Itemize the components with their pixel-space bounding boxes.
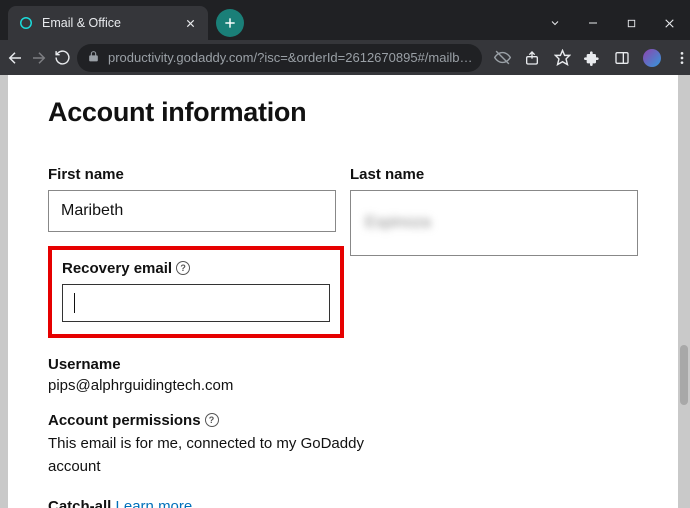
window-title-bar: Email & Office (0, 0, 690, 40)
share-icon[interactable] (518, 44, 546, 72)
page-title: Account information (48, 97, 638, 128)
tab-favicon-icon (18, 15, 34, 31)
scrollbar-thumb[interactable] (680, 345, 688, 405)
last-name-blurred-value: Espinoza (363, 214, 431, 232)
first-name-label: First name (48, 166, 336, 183)
first-name-input[interactable] (48, 190, 336, 232)
last-name-label: Last name (350, 166, 638, 183)
tabs-area: Email & Office (0, 6, 244, 40)
catchall-learn-more-link[interactable]: Learn more (116, 498, 193, 508)
profile-avatar[interactable] (638, 44, 666, 72)
tab-title: Email & Office (42, 16, 174, 30)
extensions-icon[interactable] (578, 44, 606, 72)
window-controls (538, 6, 690, 40)
username-section: Username pips@alphrguidingtech.com (48, 356, 638, 394)
menu-icon[interactable] (668, 44, 690, 72)
lock-icon (87, 50, 100, 66)
toolbar-right (488, 44, 690, 72)
new-tab-button[interactable] (216, 9, 244, 37)
catchall-label: Catch-all (48, 498, 111, 508)
permissions-label-text: Account permissions (48, 412, 201, 429)
recovery-email-highlight: Recovery email ? (48, 246, 344, 338)
forward-button[interactable] (30, 44, 48, 72)
page-content: Account information First name Last name… (8, 75, 678, 508)
help-icon[interactable]: ? (205, 413, 219, 427)
star-icon[interactable] (548, 44, 576, 72)
text-caret (74, 293, 75, 313)
gutter-right (678, 75, 690, 508)
recovery-email-label: Recovery email ? (62, 260, 330, 277)
url-text: productivity.godaddy.com/?isc=&orderId=2… (108, 50, 472, 65)
eye-off-icon[interactable] (488, 44, 516, 72)
back-button[interactable] (6, 44, 24, 72)
minimize-icon[interactable] (576, 8, 610, 38)
permissions-desc: This email is for me, connected to my Go… (48, 433, 368, 478)
username-value: pips@alphrguidingtech.com (48, 377, 638, 394)
first-name-field: First name (48, 166, 336, 232)
url-bar[interactable]: productivity.godaddy.com/?isc=&orderId=2… (77, 44, 482, 72)
username-label: Username (48, 356, 638, 373)
name-row: First name Last name Espinoza (48, 166, 638, 232)
browser-tab[interactable]: Email & Office (8, 6, 208, 40)
tab-close-icon[interactable] (182, 15, 198, 31)
sidepanel-icon[interactable] (608, 44, 636, 72)
permissions-section: Account permissions ? This email is for … (48, 412, 638, 478)
last-name-field: Last name Espinoza (350, 166, 638, 232)
permissions-label: Account permissions ? (48, 412, 638, 429)
address-bar: productivity.godaddy.com/?isc=&orderId=2… (0, 40, 690, 75)
gutter-left (0, 75, 8, 508)
chevron-down-icon[interactable] (538, 8, 572, 38)
maximize-icon[interactable] (614, 8, 648, 38)
catchall-section: Catch-all Learn more (48, 498, 638, 508)
help-icon[interactable]: ? (176, 261, 190, 275)
recovery-email-label-text: Recovery email (62, 260, 172, 277)
close-window-icon[interactable] (652, 8, 686, 38)
recovery-email-input[interactable] (62, 284, 330, 322)
last-name-input[interactable]: Espinoza (350, 190, 638, 256)
page-viewport: Account information First name Last name… (0, 75, 690, 508)
reload-button[interactable] (54, 44, 71, 72)
